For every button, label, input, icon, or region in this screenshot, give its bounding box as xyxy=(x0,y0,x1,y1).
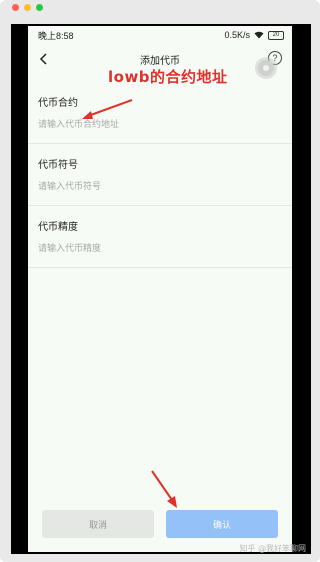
decimals-label: 代币精度 xyxy=(38,222,78,233)
help-glyph: ? xyxy=(272,53,278,63)
battery-level: 20 xyxy=(272,32,280,38)
page-title: 添加代币 xyxy=(140,55,180,67)
contract-label: 代币合约 xyxy=(38,98,78,109)
status-bar: 晚上8:58 0.5K/s 20 xyxy=(28,26,292,44)
annotation-label: lowb的合约地址 xyxy=(108,68,228,86)
symbol-label: 代币符号 xyxy=(38,160,78,171)
confirm-button[interactable]: 确认 xyxy=(166,510,278,538)
decimals-field: 代币精度 xyxy=(28,206,292,268)
symbol-field: 代币符号 xyxy=(28,144,292,206)
close-window-button[interactable] xyxy=(12,4,19,11)
network-speed: 0.5K/s xyxy=(224,30,250,40)
status-time: 晚上8:58 xyxy=(38,30,74,41)
app-screen: 晚上8:58 0.5K/s 20 添加代币 ? 代币合约 代币符号 xyxy=(28,26,292,552)
action-buttons: 取消 确认 xyxy=(28,510,292,538)
back-arrow-icon[interactable] xyxy=(38,52,50,66)
cancel-button[interactable]: 取消 xyxy=(42,510,154,538)
window-controls xyxy=(12,4,43,11)
token-symbol-input[interactable] xyxy=(38,181,282,191)
status-indicators: 0.5K/s 20 xyxy=(224,30,284,40)
floating-ball-icon[interactable] xyxy=(258,60,274,76)
watermark: 知乎 @我好笨聊网 xyxy=(239,544,306,553)
token-decimals-input[interactable] xyxy=(38,243,282,253)
contract-field: 代币合约 xyxy=(28,82,292,144)
battery-icon: 20 xyxy=(268,30,284,40)
token-form: 代币合约 代币符号 代币精度 xyxy=(28,82,292,268)
minimize-window-button[interactable] xyxy=(24,4,31,11)
wifi-icon xyxy=(254,31,264,39)
contract-address-input[interactable] xyxy=(38,119,282,129)
maximize-window-button[interactable] xyxy=(36,4,43,11)
